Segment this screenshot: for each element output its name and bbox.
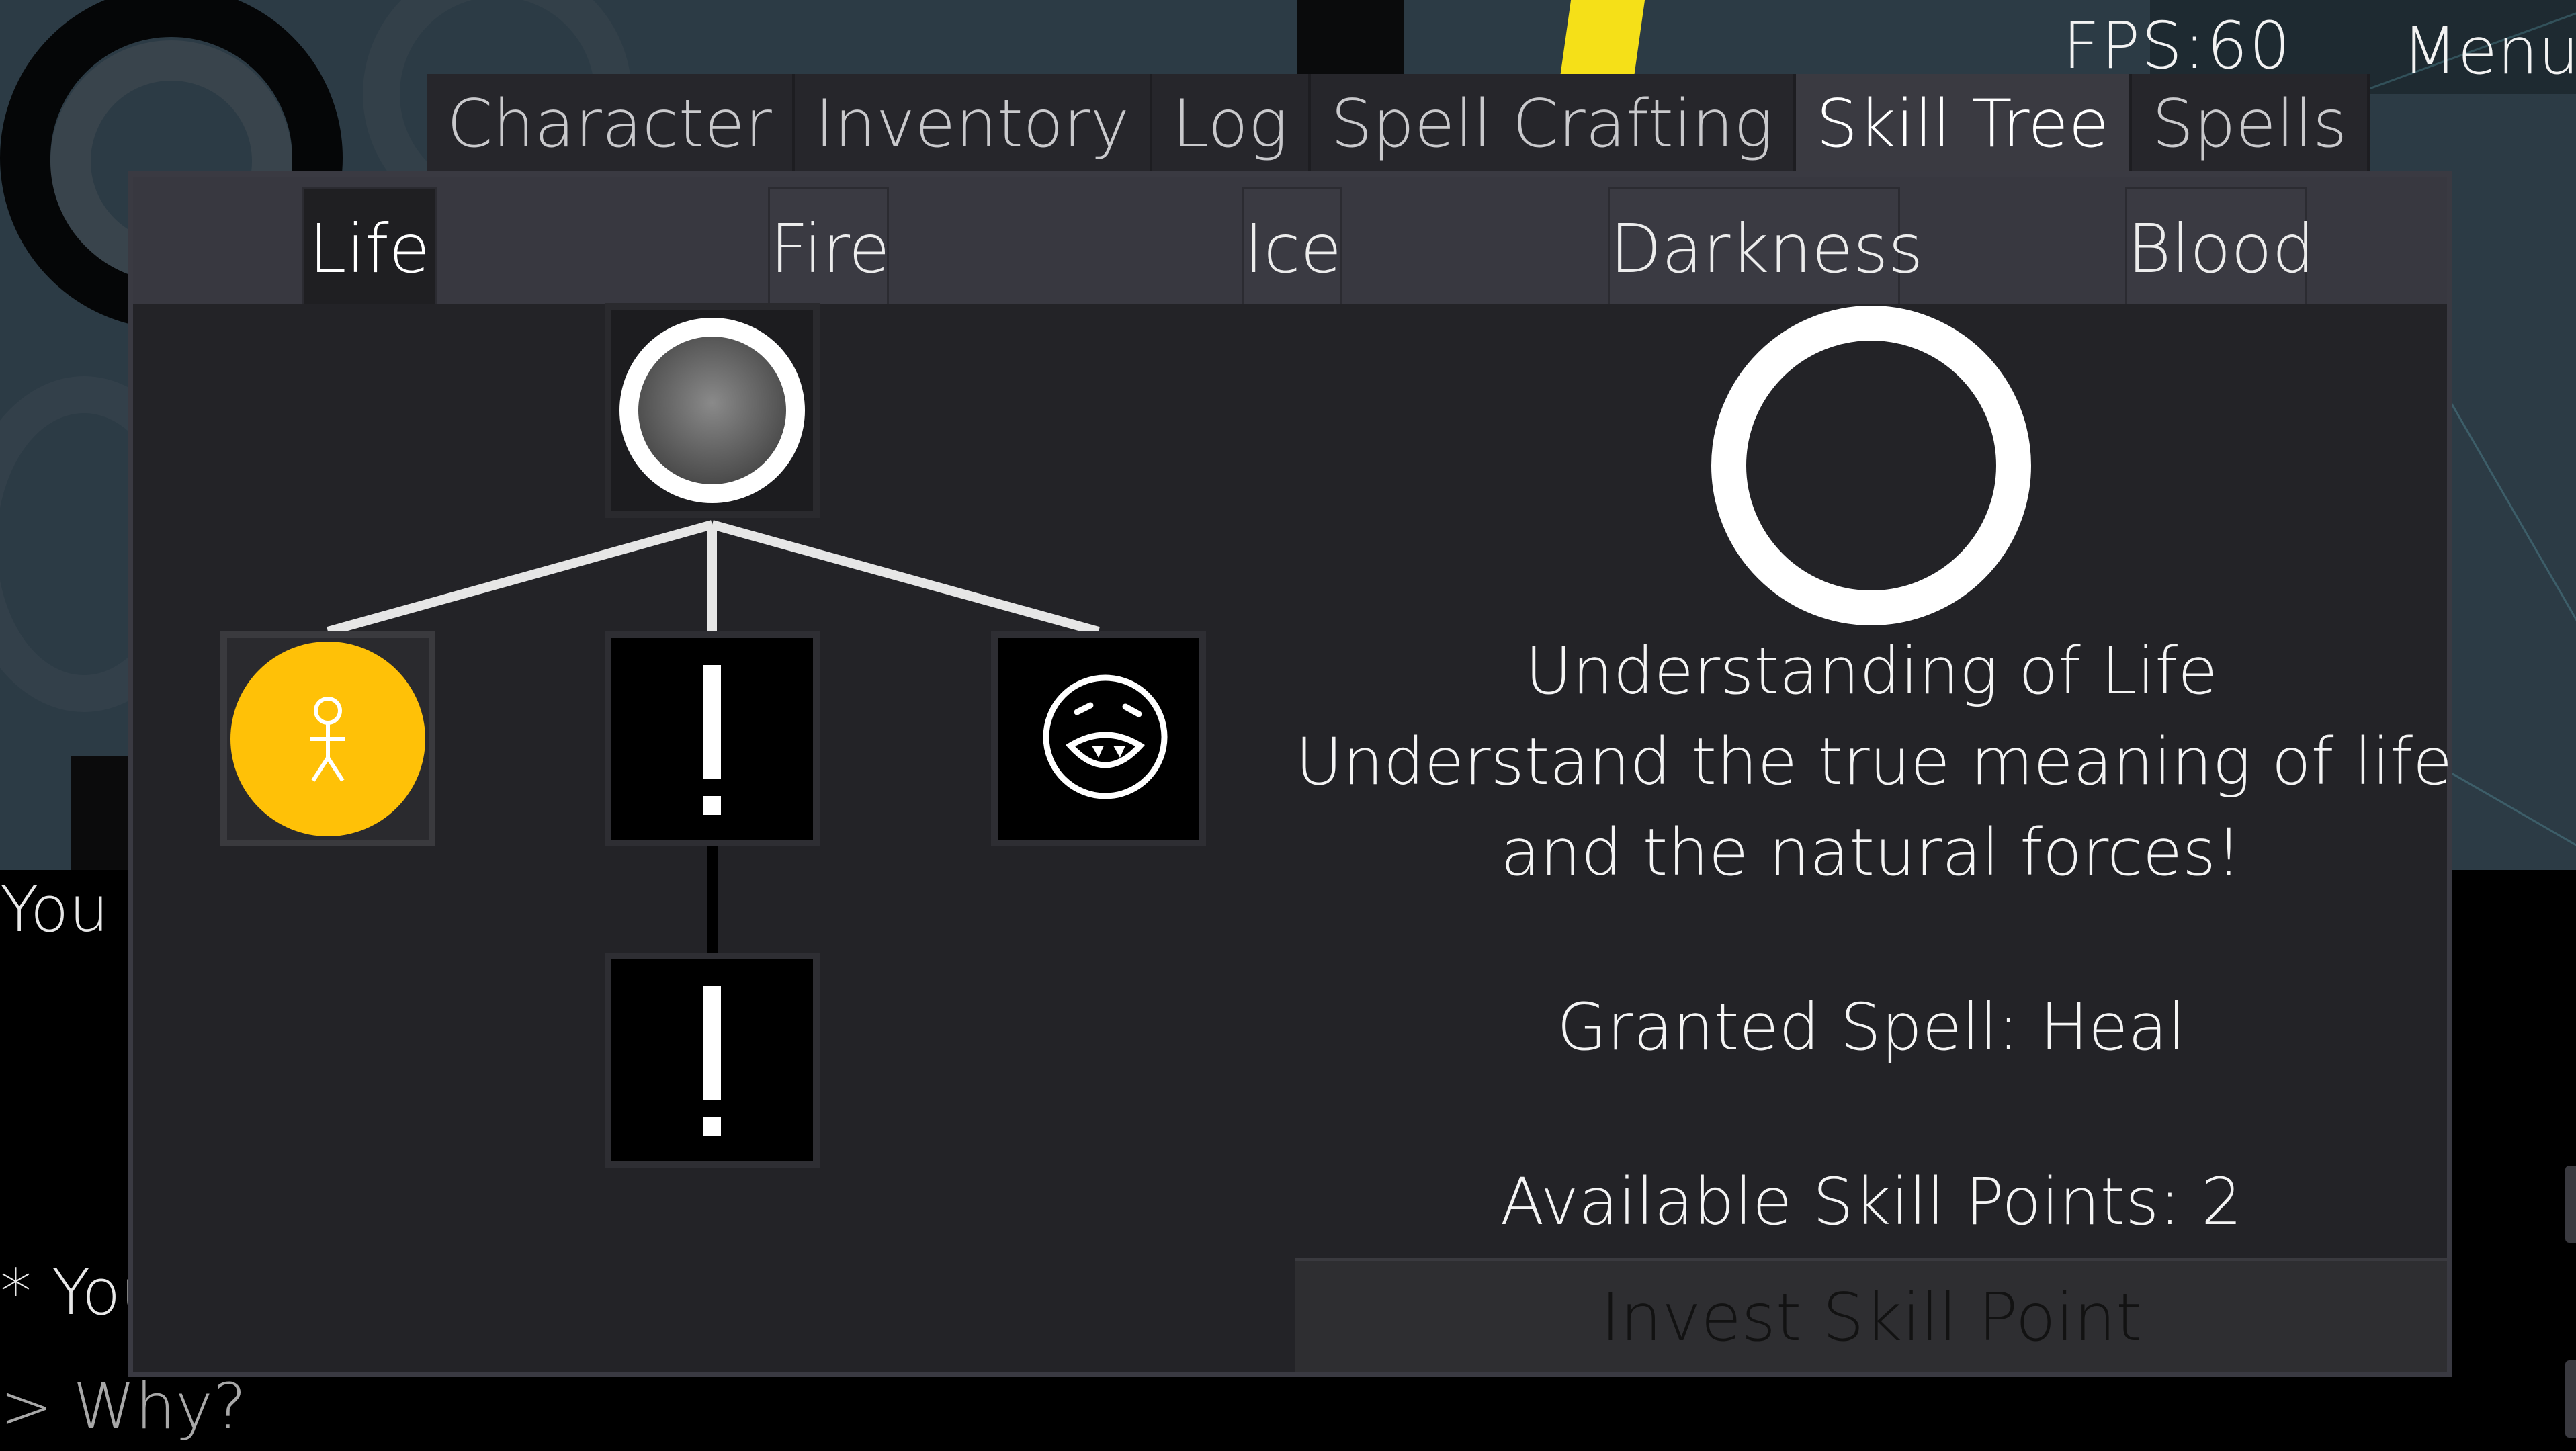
connector-root-right — [711, 520, 1100, 636]
skill-description: and the natural forces! — [1500, 815, 2242, 890]
game-screen: FPS:60 Menu You * You > Why? Character I… — [0, 0, 2576, 1451]
skill-node-available[interactable] — [991, 631, 1206, 846]
tab-fire[interactable]: Fire — [768, 187, 890, 304]
element-tab-bar: Life Fire Ice Darkness Blood — [133, 177, 2447, 304]
skill-tree-panel: Life Fire Ice Darkness Blood Understandi… — [128, 171, 2452, 1377]
skill-tree — [133, 303, 1295, 1372]
skill-description: Understand the true meaning of life — [1295, 724, 2453, 799]
connector-root-left — [327, 520, 714, 636]
tab-darkness[interactable]: Darkness — [1608, 187, 1923, 304]
stick-figure-icon — [230, 642, 425, 836]
world-pillar-yellow — [1559, 0, 1645, 77]
circle-icon — [619, 318, 805, 503]
invest-skill-point-button[interactable]: Invest Skill Point — [1295, 1258, 2447, 1372]
skill-node-root[interactable] — [605, 303, 820, 518]
tab-blood[interactable]: Blood — [2125, 187, 2315, 304]
world-pillar-dark — [1297, 0, 1404, 77]
exclamation-icon — [703, 665, 721, 815]
skill-points-count: Available Skill Points: 2 — [1500, 1164, 2243, 1239]
main-tab-bar: Character Inventory Log Spell Crafting S… — [427, 74, 2370, 171]
tab-skill-tree[interactable]: Skill Tree — [1796, 74, 2132, 171]
skill-node-unlocked[interactable] — [220, 631, 435, 846]
tab-spell-crafting[interactable]: Spell Crafting — [1310, 74, 1797, 171]
face-icon — [1043, 674, 1168, 799]
tab-spells[interactable]: Spells — [2132, 74, 2370, 171]
chat-input[interactable]: > Why? — [0, 1370, 247, 1444]
ring-icon — [1711, 306, 2031, 625]
right-scroll-marker — [2565, 1166, 2576, 1243]
right-scroll-marker-lower — [2565, 1360, 2576, 1438]
tab-inventory[interactable]: Inventory — [794, 74, 1152, 171]
fps-counter: FPS:60 — [2063, 8, 2292, 83]
skill-node-locked[interactable] — [605, 953, 820, 1168]
skill-node-locked[interactable] — [605, 631, 820, 846]
menu-button[interactable]: Menu — [2402, 13, 2576, 89]
tab-character[interactable]: Character — [427, 74, 795, 171]
granted-spell: Granted Spell: Heal — [1557, 990, 2186, 1065]
world-grid-line — [2451, 773, 2576, 870]
skill-name: Understanding of Life — [1525, 633, 2218, 709]
tab-ice[interactable]: Ice — [1242, 187, 1342, 304]
tab-life[interactable]: Life — [302, 187, 437, 304]
skill-detail-pane: Understanding of Life Understand the tru… — [1295, 304, 2453, 1372]
chat-message: You — [0, 873, 110, 947]
exclamation-icon — [703, 986, 721, 1136]
world-grid-line — [2450, 403, 2576, 695]
tab-log[interactable]: Log — [1152, 74, 1311, 171]
